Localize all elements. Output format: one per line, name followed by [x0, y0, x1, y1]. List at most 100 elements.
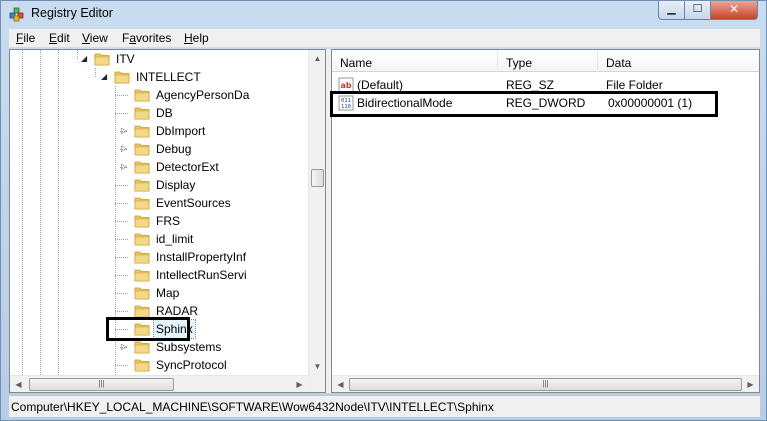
scroll-down-icon[interactable]: ▼ — [309, 358, 325, 375]
tree-node-label: Display — [156, 178, 196, 192]
menu-bar: File Edit View Favorites Help — [9, 29, 760, 48]
status-bar: Computer\HKEY_LOCAL_MACHINE\SOFTWARE\Wow… — [9, 395, 760, 417]
folder-icon — [134, 197, 150, 210]
value-name: (Default) — [357, 78, 404, 92]
tree-node-frs[interactable]: FRS — [134, 212, 308, 230]
list-horizontal-scrollbar[interactable]: ◀ ||| ▶ — [332, 375, 759, 392]
value-type: REG_SZ — [506, 78, 555, 92]
scroll-left-icon[interactable]: ◀ — [10, 376, 27, 392]
folder-icon — [134, 287, 150, 300]
close-icon: ✕ — [728, 2, 740, 16]
tree-node-label: RADAR — [156, 304, 199, 318]
tree-hscroll-thumb[interactable]: ||| — [29, 378, 174, 391]
menu-edit[interactable]: Edit — [49, 31, 70, 45]
folder-icon — [134, 161, 150, 174]
tree-node-radar[interactable]: RADAR — [134, 302, 308, 320]
tree-node-sphinx[interactable]: Sphinx — [134, 319, 308, 339]
folder-icon — [134, 269, 150, 282]
tree-node-itv[interactable]: ◢ ITV — [81, 50, 308, 68]
folder-icon — [134, 251, 150, 264]
minimize-icon: ▁ — [667, 3, 676, 15]
tree-node-debug[interactable]: ▷ Debug — [121, 140, 308, 158]
dword-value-icon: 011 110 — [338, 95, 354, 111]
tree-node-label: Map — [156, 286, 180, 300]
close-button[interactable]: ✕ — [710, 1, 758, 20]
tree-node-label: Sphinx — [153, 319, 196, 339]
tree-vscroll-thumb[interactable] — [311, 169, 324, 187]
tree-node-installpropertyinf[interactable]: InstallPropertyInf — [134, 248, 308, 266]
tree-horizontal-scrollbar[interactable]: ◀ ||| ▶ — [10, 375, 308, 392]
folder-icon — [134, 125, 150, 138]
tree-vertical-scrollbar[interactable]: ▲ ▼ — [308, 50, 325, 375]
tree-node-label: ITV — [116, 52, 135, 66]
tree-node-subsystems[interactable]: ▷ Subsystems — [121, 338, 308, 356]
tree-node-intellectrunservi[interactable]: IntellectRunServi — [134, 266, 308, 284]
list-hscroll-thumb[interactable]: ||| — [349, 378, 742, 391]
string-value-icon: ab — [338, 77, 354, 93]
minimize-button[interactable]: ▁ — [658, 1, 685, 20]
list-header: Name Type Data — [332, 50, 759, 72]
tree-node-map[interactable]: Map — [134, 284, 308, 302]
column-header-type[interactable]: Type — [498, 50, 598, 72]
scroll-up-icon[interactable]: ▲ — [309, 50, 325, 67]
scroll-right-icon[interactable]: ▶ — [742, 376, 759, 392]
tree-node-eventsources[interactable]: EventSources — [134, 194, 308, 212]
scroll-right-icon[interactable]: ▶ — [291, 376, 308, 392]
list-row[interactable]: 011 110 BidirectionalMode REG_DWORD 0x00… — [332, 94, 759, 112]
folder-icon — [134, 323, 150, 336]
tree-node-syncprotocol[interactable]: SyncProtocol — [134, 356, 308, 374]
window-title: Registry Editor — [31, 6, 113, 20]
menu-help[interactable]: Help — [184, 31, 209, 45]
folder-icon — [134, 143, 150, 156]
tree-node-label: FRS — [156, 214, 180, 228]
tree-node-label: SyncProtocol — [156, 358, 227, 372]
folder-icon — [114, 71, 130, 84]
tree-node-label: InstallPropertyInf — [156, 250, 247, 264]
tree-node-db[interactable]: DB — [134, 104, 308, 122]
registry-editor-window: Registry Editor ▁ ☐ ✕ File Edit View Fav… — [0, 0, 767, 421]
tree-node-label: EventSources — [156, 196, 231, 210]
scrollbar-corner — [308, 375, 325, 392]
collapse-icon[interactable]: ◢ — [101, 72, 107, 82]
svg-text:110: 110 — [341, 104, 351, 110]
column-header-data[interactable]: Data — [598, 50, 759, 72]
expand-icon[interactable]: ▷ — [121, 126, 127, 136]
list-row[interactable]: ab (Default) REG_SZ File Folder — [332, 76, 759, 94]
menu-view[interactable]: View — [82, 31, 108, 45]
registry-editor-icon — [9, 7, 24, 22]
folder-icon — [134, 305, 150, 318]
tree-node-intellect[interactable]: ◢ INTELLECT — [101, 68, 308, 86]
menu-file[interactable]: File — [16, 31, 35, 45]
tree-node-detectorext[interactable]: ▷ DetectorExt — [121, 158, 308, 176]
tree-node-display[interactable]: Display — [134, 176, 308, 194]
folder-icon — [134, 107, 150, 120]
tree-node-dbimport[interactable]: ▷ DbImport — [121, 122, 308, 140]
folder-icon — [134, 233, 150, 246]
folder-icon — [134, 179, 150, 192]
value-data: 0x00000001 (1) — [608, 96, 693, 110]
menu-favorites[interactable]: Favorites — [122, 31, 171, 45]
svg-text:ab: ab — [340, 81, 351, 90]
column-header-name[interactable]: Name — [332, 50, 498, 72]
expand-icon[interactable]: ▷ — [121, 144, 127, 154]
tree-node-agencypersonda[interactable]: AgencyPersonDa — [134, 86, 308, 104]
tree-node-label: DbImport — [156, 124, 206, 138]
key-tree-pane[interactable]: ◢ ITV ◢ INTELLECT AgencyPersonDa DB ▷ DbImport ▷… — [9, 49, 326, 393]
value-list-pane[interactable]: Name Type Data ab (Default) REG_SZ File … — [331, 49, 760, 393]
status-key-path: Computer\HKEY_LOCAL_MACHINE\SOFTWARE\Wow… — [11, 400, 494, 414]
expand-icon[interactable]: ▷ — [121, 342, 127, 352]
title-bar[interactable]: Registry Editor ▁ ☐ ✕ — [1, 1, 766, 27]
tree-node-id-limit[interactable]: id_limit — [134, 230, 308, 248]
expand-icon[interactable]: ▷ — [121, 162, 127, 172]
tree-node-label: DetectorExt — [156, 160, 219, 174]
value-type: REG_DWORD — [506, 96, 586, 110]
collapse-icon[interactable]: ◢ — [81, 54, 87, 64]
tree-node-label: DB — [156, 106, 173, 120]
tree-node-label: Subsystems — [156, 340, 222, 354]
scroll-left-icon[interactable]: ◀ — [332, 376, 349, 392]
maximize-button[interactable]: ☐ — [684, 1, 711, 20]
value-data: File Folder — [606, 78, 663, 92]
folder-icon — [134, 89, 150, 102]
folder-icon — [134, 341, 150, 354]
tree-node-label: AgencyPersonDa — [156, 88, 250, 102]
